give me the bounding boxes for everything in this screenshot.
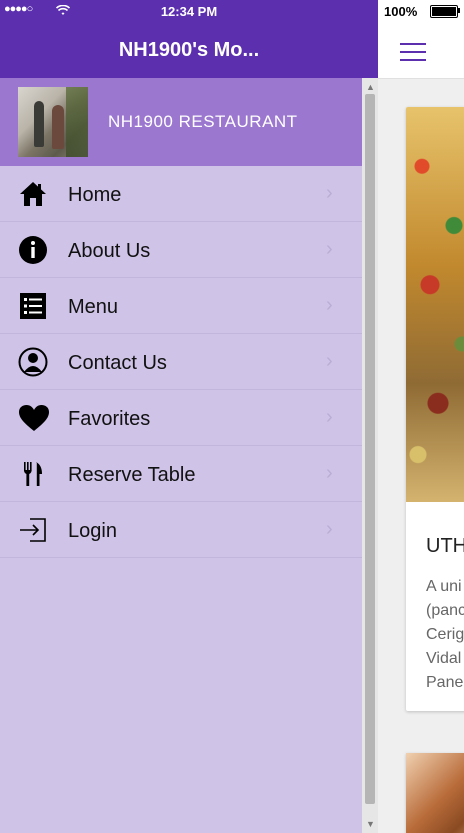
heart-icon: [18, 403, 49, 433]
drawer-scrollbar[interactable]: ▲ ▼: [362, 78, 378, 833]
chevron-right-icon: ›: [326, 350, 333, 372]
chevron-right-icon: ›: [326, 294, 333, 316]
status-time: 12:34 PM: [160, 4, 218, 19]
content-header: [378, 22, 464, 79]
app-header: NH1900's Mo...: [0, 22, 378, 78]
scroll-down-icon[interactable]: ▼: [366, 819, 375, 829]
chevron-right-icon: ›: [326, 406, 333, 428]
sidebar-item-label: Login: [68, 520, 117, 542]
drawer-profile: NH1900 RESTAURANT: [0, 78, 362, 166]
sidebar-item-label: Contact Us: [68, 352, 167, 374]
sidebar-item-reserve[interactable]: Reserve Table ›: [0, 446, 362, 502]
sidebar-item-favorites[interactable]: Favorites ›: [0, 390, 362, 446]
chevron-right-icon: ›: [326, 238, 333, 260]
status-bar: ●●●●○ 12:34 PM: [0, 0, 378, 22]
battery-icon: [430, 5, 458, 18]
login-icon: [18, 515, 48, 545]
battery-tip: [458, 8, 460, 13]
sidebar-item-label: About Us: [68, 240, 151, 262]
list-icon: [18, 291, 48, 321]
cutlery-icon: [18, 459, 48, 489]
restaurant-name: NH1900 RESTAURANT: [108, 112, 298, 131]
drawer-menu: Home › About Us › Menu › Contact Us › Fa…: [0, 166, 362, 558]
sidebar-item-label: Home: [68, 184, 122, 206]
main-content: UTH A uni (panc Cerig Vidal Pane: [378, 79, 464, 833]
menu-card[interactable]: [406, 753, 464, 833]
info-icon: [18, 235, 48, 265]
chevron-right-icon: ›: [326, 518, 333, 540]
card-title: UTH: [426, 535, 464, 557]
scroll-up-icon[interactable]: ▲: [366, 82, 375, 92]
sidebar-item-label: Favorites: [68, 408, 151, 430]
card-desc-line: Vidal: [426, 650, 462, 667]
card-desc-line: Pane: [426, 674, 464, 691]
card-desc-line: Cerig: [426, 626, 464, 643]
food-image: [406, 107, 464, 502]
status-bar-right: 100%: [378, 0, 464, 22]
page-title: NH1900's Mo...: [118, 39, 260, 61]
battery-percent: 100%: [384, 4, 418, 19]
scrollbar-thumb[interactable]: [365, 94, 375, 804]
sidebar-item-login[interactable]: Login ›: [0, 502, 362, 558]
food-image: [406, 753, 464, 833]
sidebar-item-label: Reserve Table: [68, 464, 196, 486]
restaurant-avatar: [18, 87, 88, 157]
hamburger-menu-icon[interactable]: [400, 43, 426, 61]
chevron-right-icon: ›: [326, 462, 333, 484]
sidebar-item-menu[interactable]: Menu ›: [0, 278, 362, 334]
sidebar-item-label: Menu: [68, 296, 119, 318]
chevron-right-icon: ›: [326, 182, 333, 204]
card-desc-line: A uni: [426, 578, 462, 595]
side-drawer: NH1900 RESTAURANT Home › About Us › Menu…: [0, 78, 362, 833]
menu-card[interactable]: UTH A uni (panc Cerig Vidal Pane: [406, 107, 464, 711]
sidebar-item-home[interactable]: Home ›: [0, 166, 362, 222]
card-desc-line: (panc: [426, 602, 464, 619]
card-description: A uni (panc Cerig Vidal Pane: [426, 575, 464, 695]
sidebar-item-contact[interactable]: Contact Us ›: [0, 334, 362, 390]
contact-icon: [18, 347, 48, 377]
home-icon: [18, 179, 48, 209]
sidebar-item-about[interactable]: About Us ›: [0, 222, 362, 278]
